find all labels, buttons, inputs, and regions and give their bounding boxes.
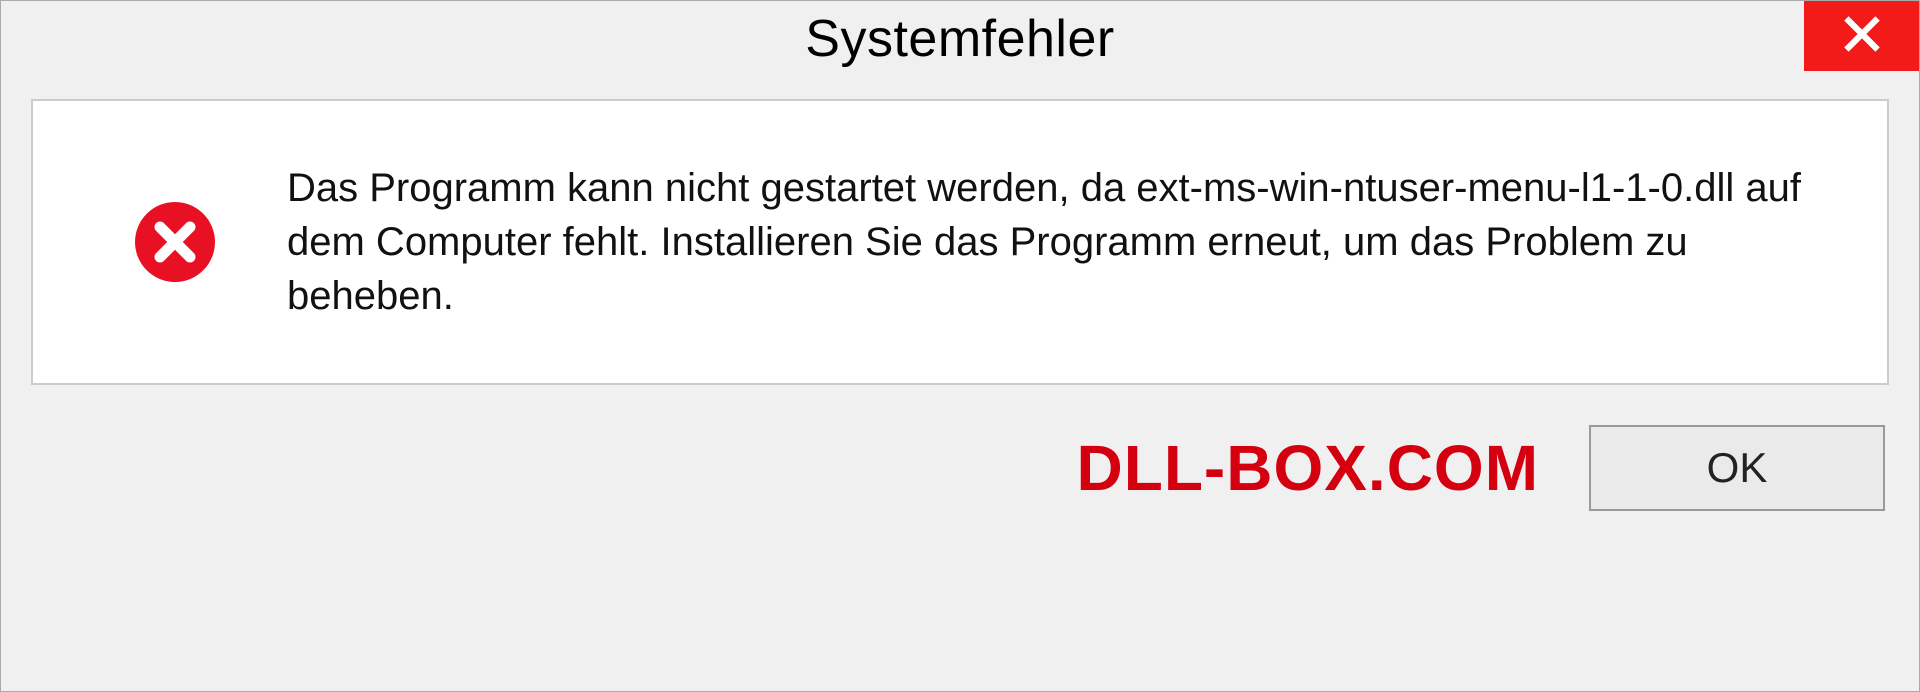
close-icon — [1839, 11, 1885, 62]
dialog-footer: DLL-BOX.COM OK — [1, 405, 1919, 541]
watermark-text: DLL-BOX.COM — [1077, 431, 1540, 505]
dialog-title: Systemfehler — [805, 9, 1114, 69]
error-icon — [133, 200, 217, 284]
titlebar: Systemfehler — [1, 1, 1919, 79]
error-message: Das Programm kann nicht gestartet werden… — [287, 161, 1827, 323]
error-dialog: Systemfehler Das Programm kann nicht ges… — [0, 0, 1920, 692]
dialog-content: Das Programm kann nicht gestartet werden… — [31, 99, 1889, 385]
close-button[interactable] — [1804, 1, 1919, 71]
ok-button[interactable]: OK — [1589, 425, 1885, 511]
